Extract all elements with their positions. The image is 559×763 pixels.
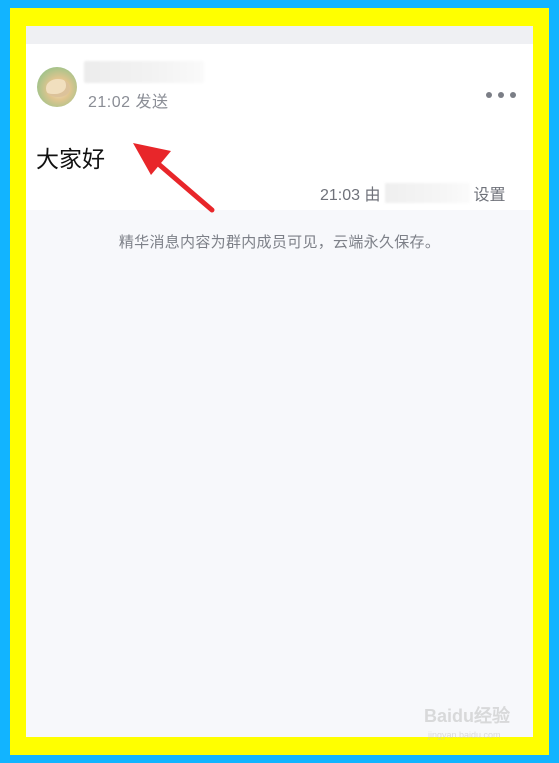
- avatar[interactable]: [37, 67, 77, 107]
- app-screen: 21:02 发送 大家好 21:03 由 设置 精华消息内容为群内成员可见，云端…: [26, 26, 533, 737]
- set-suffix: 设置: [473, 187, 506, 204]
- baidu-watermark: Baidu经验: [424, 706, 511, 726]
- top-strip: [26, 26, 533, 44]
- more-dots-icon[interactable]: [486, 91, 516, 99]
- send-time: 21:02 发送: [88, 94, 169, 111]
- baidu-watermark-url: jingyan.baidu.com: [428, 730, 501, 740]
- essence-message-card[interactable]: 21:02 发送 大家好 21:03 由 设置: [26, 44, 533, 210]
- message-text: 大家好: [36, 147, 105, 173]
- set-by-line: 21:03 由 设置: [320, 181, 506, 205]
- info-note: 精华消息内容为群内成员可见，云端永久保存。: [118, 233, 441, 251]
- setter-name-blurred: [384, 183, 470, 203]
- sender-name-blurred: [84, 61, 204, 83]
- set-time-prefix: 21:03 由: [320, 187, 381, 204]
- hamster-icon: [46, 79, 70, 97]
